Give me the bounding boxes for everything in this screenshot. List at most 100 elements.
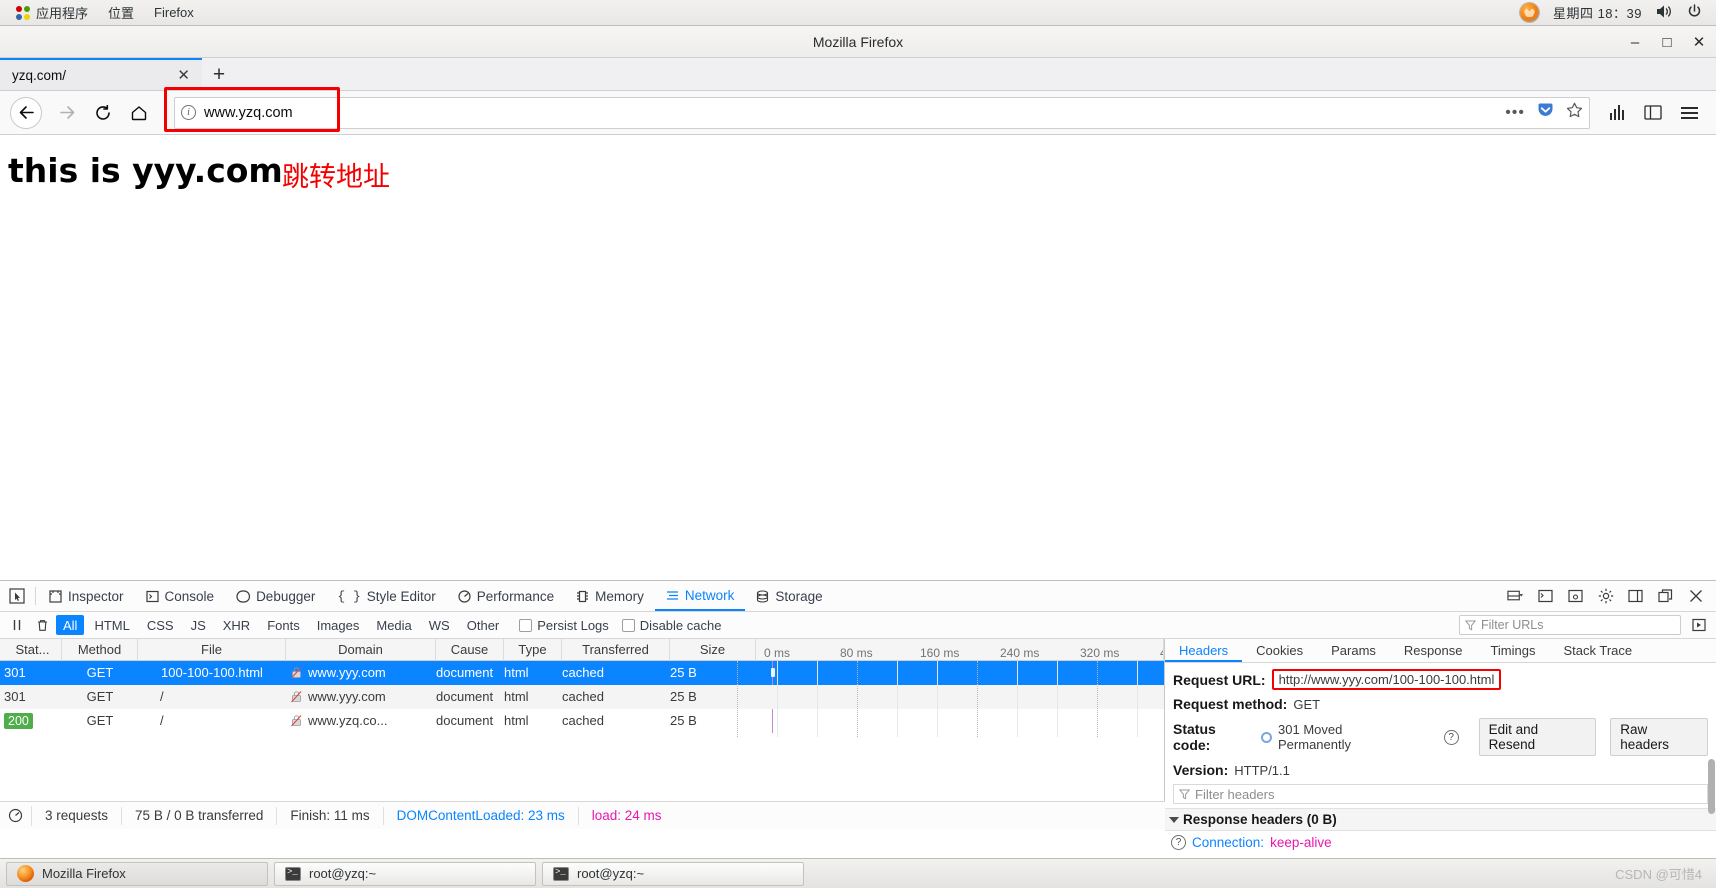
taskbar-item-terminal-2[interactable]: root@yzq:~ (542, 861, 804, 886)
info-icon[interactable]: i (181, 105, 196, 120)
devtools-tab-debugger[interactable]: Debugger (225, 581, 326, 611)
devtools-tab-inspector[interactable]: Inspector (38, 581, 135, 611)
trash-icon[interactable] (31, 615, 53, 635)
network-throttling-icon[interactable] (1688, 615, 1710, 635)
filter-urls-input[interactable]: Filter URLs (1459, 615, 1681, 635)
volume-icon[interactable] (1656, 4, 1673, 22)
devtools-toolbar-actions (1507, 588, 1716, 605)
window-controls: – □ ✕ (1628, 26, 1706, 58)
details-tab-params[interactable]: Params (1317, 639, 1390, 662)
row-timeline (756, 685, 1164, 709)
request-url-value[interactable]: http://www.yyy.com/100-100-100.html (1271, 669, 1502, 690)
help-icon[interactable]: ? (1443, 729, 1459, 745)
filter-type-images[interactable]: Images (310, 615, 367, 635)
responsive-design-icon[interactable] (1507, 588, 1524, 605)
new-tab-button[interactable]: + (202, 60, 236, 90)
column-type[interactable]: Type (504, 638, 562, 661)
dock-side-icon[interactable] (1627, 588, 1644, 605)
table-row[interactable]: 301 GET / www.yyy.com document html cach… (0, 685, 1164, 709)
status-load: load: 24 ms (591, 808, 662, 823)
timeline-marker (772, 709, 773, 733)
table-row[interactable]: 200 GET / www.yzq.co... document html ca… (0, 709, 1164, 733)
hamburger-menu-icon[interactable] (1672, 97, 1706, 129)
persist-logs-checkbox[interactable]: Persist Logs (519, 618, 609, 633)
row-size: 25 B (670, 713, 697, 728)
screenshot-icon[interactable] (1567, 588, 1584, 605)
maximize-icon[interactable]: □ (1660, 35, 1674, 50)
back-icon[interactable] (10, 96, 42, 129)
column-cause[interactable]: Cause (436, 638, 504, 661)
element-picker-icon[interactable] (0, 581, 33, 611)
header-help-icon[interactable]: ? (1171, 835, 1186, 850)
filter-type-fonts[interactable]: Fonts (260, 615, 307, 635)
edit-and-resend-button[interactable]: Edit and Resend (1478, 718, 1597, 756)
devtools-tab-memory[interactable]: Memory (565, 581, 655, 611)
disable-cache-checkbox[interactable]: Disable cache (621, 618, 721, 633)
panel-app-name[interactable]: Firefox (144, 0, 204, 25)
home-icon[interactable] (122, 97, 156, 129)
raw-headers-button[interactable]: Raw headers (1610, 718, 1708, 756)
response-headers-label: Response headers (0 B) (1183, 812, 1337, 827)
panel-places-menu[interactable]: 位置 (98, 0, 144, 25)
network-summary-icon[interactable] (0, 805, 32, 826)
toolbar-divider (35, 587, 36, 605)
panel-applications-menu[interactable]: 应用程序 (6, 0, 98, 25)
devtools-tab-performance[interactable]: Performance (447, 581, 565, 611)
row-status: 301 (4, 665, 26, 680)
column-status[interactable]: Stat... (0, 638, 62, 661)
column-method[interactable]: Method (62, 638, 138, 661)
response-headers-section[interactable]: Response headers (0 B) (1165, 808, 1716, 831)
details-tab-stack-trace[interactable]: Stack Trace (1549, 639, 1646, 662)
table-row[interactable]: 301 GET 100-100-100.html www.yyy.com doc… (0, 661, 1164, 685)
column-size[interactable]: Size (670, 638, 756, 661)
filter-type-other[interactable]: Other (460, 615, 507, 635)
sidebar-icon[interactable] (1636, 97, 1670, 129)
minimize-icon[interactable]: – (1628, 35, 1642, 50)
column-file[interactable]: File (138, 638, 286, 661)
filter-type-html[interactable]: HTML (87, 615, 136, 635)
filter-type-css[interactable]: CSS (140, 615, 181, 635)
split-console-icon[interactable] (1537, 588, 1554, 605)
filter-type-media[interactable]: Media (369, 615, 418, 635)
browser-tab[interactable]: yzq.com/ ✕ (0, 58, 202, 90)
filter-type-xhr[interactable]: XHR (216, 615, 257, 635)
details-scrollbar[interactable] (1708, 759, 1715, 814)
filter-headers-input[interactable]: Filter headers (1173, 784, 1708, 804)
library-icon[interactable] (1600, 97, 1634, 129)
devtools-tab-network[interactable]: Network (654, 581, 746, 611)
filter-headers-placeholder: Filter headers (1195, 786, 1275, 802)
taskbar-item-firefox[interactable]: Mozilla Firefox (6, 861, 268, 886)
pocket-icon[interactable] (1537, 102, 1554, 123)
address-bar[interactable]: i www.yzq.com ••• (174, 96, 1590, 129)
details-tab-timings[interactable]: Timings (1476, 639, 1549, 662)
forward-icon[interactable] (50, 97, 84, 129)
filter-type-ws[interactable]: WS (422, 615, 457, 635)
firefox-tray-icon[interactable] (1519, 3, 1539, 22)
power-icon[interactable] (1687, 3, 1702, 22)
settings-gear-icon[interactable] (1597, 588, 1614, 605)
devtools-tab-style-editor[interactable]: { } Style Editor (326, 581, 446, 611)
close-devtools-icon[interactable] (1687, 588, 1704, 605)
dock-separate-icon[interactable] (1657, 588, 1674, 605)
devtools-tab-console[interactable]: Console (135, 581, 226, 611)
details-tab-headers[interactable]: Headers (1165, 639, 1243, 662)
taskbar-item-terminal-1[interactable]: root@yzq:~ (274, 861, 536, 886)
timeline-tick-4: 320 ms (1080, 645, 1120, 660)
page-actions-icon[interactable]: ••• (1505, 104, 1525, 122)
details-tab-cookies[interactable]: Cookies (1242, 639, 1317, 662)
column-domain[interactable]: Domain (286, 638, 436, 661)
details-tab-response[interactable]: Response (1390, 639, 1477, 662)
bookmark-star-icon[interactable] (1566, 102, 1583, 123)
close-icon[interactable]: ✕ (1692, 35, 1706, 50)
column-timeline[interactable]: 0 ms 80 ms 160 ms 240 ms 320 ms 400 ms (756, 638, 1164, 661)
request-method-label: Request method: (1173, 696, 1288, 712)
devtools-tab-storage[interactable]: Storage (745, 581, 833, 611)
reload-icon[interactable] (86, 97, 120, 129)
annotation-jump-address: 跳转地址 (282, 162, 390, 193)
filter-type-js[interactable]: JS (184, 615, 213, 635)
tab-close-icon[interactable]: ✕ (173, 66, 194, 84)
filter-type-all[interactable]: All (56, 615, 85, 635)
column-transferred[interactable]: Transferred (562, 638, 670, 661)
panel-clock[interactable]: 星期四 18：39 (1553, 3, 1642, 22)
pause-icon[interactable] (6, 615, 28, 635)
